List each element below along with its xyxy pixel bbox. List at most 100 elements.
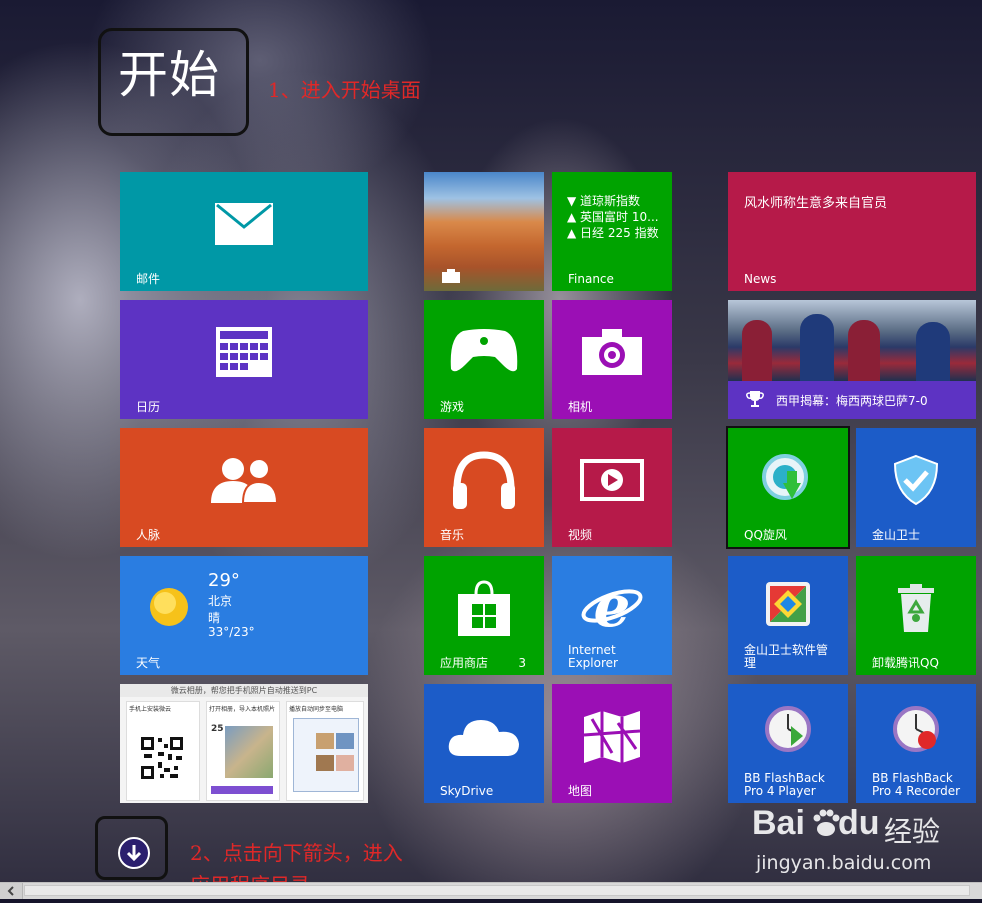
- all-apps-arrow-button[interactable]: [118, 837, 150, 869]
- weiyun-header: 微云相册，帮您把手机照片自动推送到PC: [120, 684, 368, 697]
- chevron-left-icon: [7, 886, 14, 896]
- tile-label: 金山卫士软件管 理: [744, 643, 829, 670]
- tile-jinshan-software-manager[interactable]: 金山卫士软件管 理: [728, 556, 848, 675]
- weiyun-step-a: 手机上安装微云: [129, 706, 172, 713]
- weiyun-panel-a: 手机上安装微云: [126, 701, 200, 801]
- sport-photo: [728, 300, 976, 381]
- clock-icon: [765, 706, 811, 753]
- tile-music[interactable]: 音乐: [424, 428, 544, 547]
- tile-label: 人脉: [136, 528, 161, 542]
- watermark-brand2: du: [838, 804, 880, 842]
- tile-label: 卸载腾讯QQ: [872, 656, 939, 670]
- baidu-watermark: Bai du 经验 jingyan.baidu.com: [752, 804, 962, 876]
- tile-label: Finance: [568, 272, 614, 286]
- tile-games[interactable]: 游戏: [424, 300, 544, 419]
- people-icon: [211, 458, 279, 504]
- weiyun-step-c: 播放自动同步至电脑: [289, 706, 344, 713]
- tile-label: BB FlashBack Pro 4 Player: [744, 771, 825, 798]
- watermark-cn: 经验: [884, 815, 941, 848]
- sport-headline: 西甲揭幕：梅西两球巴萨7-0: [776, 394, 928, 408]
- watermark-brand: Bai: [752, 804, 805, 842]
- envelope-icon: [215, 203, 273, 246]
- scroll-thumb[interactable]: [24, 885, 970, 896]
- shield-icon: [893, 455, 939, 506]
- finance-line: ▲ 日经 225 指数: [567, 226, 659, 240]
- tile-internet-explorer[interactable]: e Internet Explorer: [552, 556, 672, 675]
- weiyun-panel-c: 播放自动同步至电脑: [286, 701, 364, 801]
- tile-calendar[interactable]: 日历: [120, 300, 368, 419]
- tile-bb-flashback-player[interactable]: BB FlashBack Pro 4 Player: [728, 684, 848, 803]
- weather-condition: 晴: [208, 611, 221, 625]
- sun-icon: [150, 588, 188, 626]
- tile-photos[interactable]: [424, 172, 544, 291]
- map-icon: [583, 711, 641, 764]
- photos-icon: [442, 269, 460, 283]
- news-headline: 风水师称生意多来自官员: [744, 196, 888, 211]
- qr-code-icon: [140, 736, 184, 780]
- cloud-icon: [448, 720, 519, 757]
- tile-label: 地图: [568, 784, 593, 798]
- annotation-step1: 1、进入开始桌面: [268, 78, 421, 102]
- tile-weather[interactable]: 29° 北京 晴 33°/23° 天气: [120, 556, 368, 675]
- weiyun-number: 25: [211, 724, 224, 734]
- tile-label: SkyDrive: [440, 784, 494, 798]
- tile-label: News: [744, 272, 777, 286]
- ie-icon: e: [581, 578, 643, 634]
- trophy-icon: [746, 391, 764, 407]
- tile-label: 邮件: [136, 272, 161, 286]
- tile-uninstall-qq[interactable]: 卸载腾讯QQ: [856, 556, 976, 675]
- horizontal-scrollbar[interactable]: [0, 882, 982, 899]
- qqxuanfeng-icon: [762, 454, 808, 501]
- tile-jinshan-weishi[interactable]: 金山卫士: [856, 428, 976, 547]
- recycle-bin-icon: [898, 584, 934, 633]
- scroll-left-button[interactable]: [0, 883, 23, 899]
- arrow-down-icon: [126, 845, 142, 862]
- software-manager-icon: [766, 581, 810, 626]
- weiyun-bar: [211, 786, 273, 794]
- tile-bb-flashback-recorder[interactable]: BB FlashBack Pro 4 Recorder: [856, 684, 976, 803]
- tile-label: 天气: [136, 656, 161, 670]
- tile-people[interactable]: 人脉: [120, 428, 368, 547]
- tile-news[interactable]: 风水师称生意多来自官员 News: [728, 172, 976, 291]
- weiyun-step-b: 打开相册，导入本机照片: [209, 706, 276, 713]
- tile-qqxuanfeng[interactable]: QQ旋风: [726, 426, 850, 549]
- tile-label: BB FlashBack Pro 4 Recorder: [872, 771, 961, 798]
- store-update-badge: 3: [518, 656, 526, 670]
- tile-label: 游戏: [440, 400, 465, 414]
- tile-label: Internet Explorer: [568, 643, 618, 670]
- tile-maps[interactable]: 地图: [552, 684, 672, 803]
- tile-skydrive[interactable]: SkyDrive: [424, 684, 544, 803]
- store-bag-icon: [458, 580, 510, 637]
- clock-record-icon: [893, 706, 939, 753]
- tile-sport[interactable]: 西甲揭幕：梅西两球巴萨7-0: [728, 300, 976, 419]
- weiyun-panel-b: 打开相册，导入本机照片 25: [206, 701, 280, 801]
- calendar-icon: [216, 327, 272, 378]
- camera-icon: [582, 329, 642, 376]
- finance-line: ▲ 英国富时 10...: [567, 210, 659, 224]
- annotation-step2-line1: 2、点击向下箭头，进入: [190, 841, 403, 865]
- tile-label: QQ旋风: [744, 528, 787, 542]
- tile-label: 日历: [136, 400, 161, 414]
- tile-finance[interactable]: ▼ 道琼斯指数 ▲ 英国富时 10... ▲ 日经 225 指数 Finance: [552, 172, 672, 291]
- tile-weiyun-ad[interactable]: 微云相册，帮您把手机照片自动推送到PC 手机上安装微云 打开相册，导入本机照片 …: [120, 684, 368, 803]
- tile-camera[interactable]: 相机: [552, 300, 672, 419]
- weather-temp: 29°: [208, 570, 240, 591]
- tile-store[interactable]: 应用商店 3: [424, 556, 544, 675]
- annotation-start-box: [98, 28, 249, 136]
- weiyun-pc-window: [293, 718, 359, 792]
- tile-label: 应用商店: [440, 656, 489, 670]
- tile-label: 视频: [568, 528, 593, 542]
- paw-icon: [813, 809, 840, 836]
- tile-mail[interactable]: 邮件: [120, 172, 368, 291]
- tile-label: 金山卫士: [872, 528, 921, 542]
- tile-video[interactable]: 视频: [552, 428, 672, 547]
- watermark-url: jingyan.baidu.com: [756, 852, 932, 874]
- weiyun-photos: [225, 726, 273, 778]
- tile-label: 相机: [568, 400, 593, 414]
- svg-text:e: e: [594, 578, 631, 634]
- weather-range: 33°/23°: [208, 625, 255, 639]
- headphones-icon: [453, 451, 515, 510]
- play-icon: [580, 459, 644, 502]
- gamepad-icon: [450, 329, 518, 372]
- weather-city: 北京: [208, 594, 233, 608]
